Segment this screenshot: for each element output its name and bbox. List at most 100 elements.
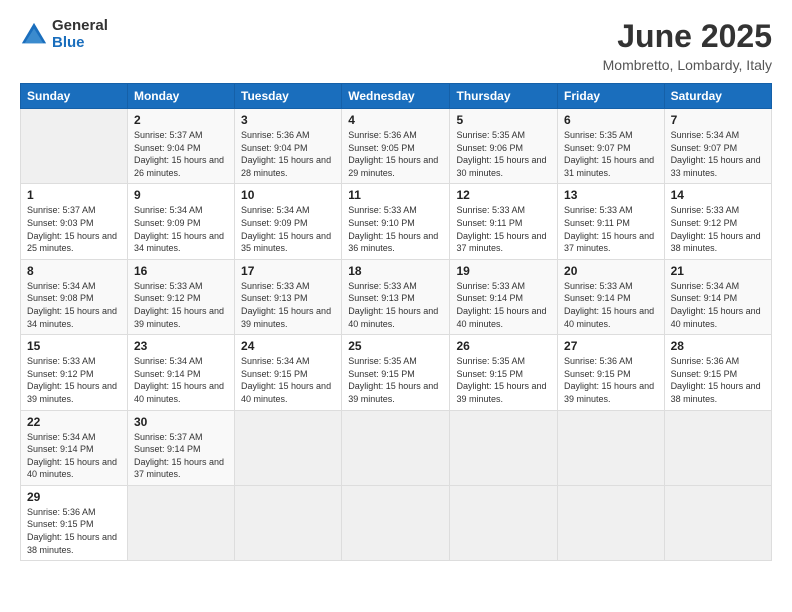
calendar-cell [558,410,665,485]
calendar-cell: 22 Sunrise: 5:34 AMSunset: 9:14 PMDayligh… [21,410,128,485]
day-info: Sunrise: 5:33 AMSunset: 9:10 PMDaylight:… [348,204,443,254]
calendar-cell: 12Sunrise: 5:33 AMSunset: 9:11 PMDayligh… [450,184,558,259]
header-friday: Friday [558,84,665,109]
calendar-week-2: 1Sunrise: 5:37 AMSunset: 9:03 PMDaylight… [21,184,772,259]
logo-text: General Blue [52,18,108,51]
day-info: Sunrise: 5:34 AMSunset: 9:09 PMDaylight:… [134,204,228,254]
calendar-cell [664,410,771,485]
day-info: Sunrise: 5:33 AMSunset: 9:11 PMDaylight:… [456,204,551,254]
header-sunday: Sunday [21,84,128,109]
day-info: Sunrise: 5:35 AMSunset: 9:07 PMDaylight:… [564,129,658,179]
calendar-location: Mombretto, Lombardy, Italy [603,57,772,73]
day-number: 1 [27,188,121,202]
calendar-cell: 2 Sunrise: 5:37 AMSunset: 9:04 PMDaylight… [127,109,234,184]
day-number: 9 [134,188,228,202]
calendar-cell [664,485,771,560]
day-number: 25 [348,339,443,353]
day-number: 16 [134,264,228,278]
day-number: 2 [134,113,228,127]
day-info: Sunrise: 5:36 AMSunset: 9:15 PMDaylight:… [671,355,765,405]
day-info: Sunrise: 5:36 AMSunset: 9:15 PMDaylight:… [27,506,121,556]
calendar-cell: 26Sunrise: 5:35 AMSunset: 9:15 PMDayligh… [450,335,558,410]
calendar-cell: 29 Sunrise: 5:36 AMSunset: 9:15 PMDayligh… [21,485,128,560]
day-info: Sunrise: 5:33 AMSunset: 9:13 PMDaylight:… [241,280,335,330]
calendar-cell: 1Sunrise: 5:37 AMSunset: 9:03 PMDaylight… [21,184,128,259]
day-info: Sunrise: 5:34 AMSunset: 9:15 PMDaylight:… [241,355,335,405]
title-area: June 2025 Mombretto, Lombardy, Italy [603,18,772,73]
day-info: Sunrise: 5:34 AMSunset: 9:14 PMDaylight:… [134,355,228,405]
day-number: 15 [27,339,121,353]
page: General Blue June 2025 Mombretto, Lombar… [0,0,792,612]
calendar-week-5: 22 Sunrise: 5:34 AMSunset: 9:14 PMDayligh… [21,410,772,485]
day-number: 26 [456,339,551,353]
day-number: 17 [241,264,335,278]
day-number: 20 [564,264,658,278]
day-number: 21 [671,264,765,278]
header-thursday: Thursday [450,84,558,109]
day-info: Sunrise: 5:34 AMSunset: 9:08 PMDaylight:… [27,280,121,330]
calendar-cell [127,485,234,560]
day-number: 18 [348,264,443,278]
day-info: Sunrise: 5:35 AMSunset: 9:15 PMDaylight:… [348,355,443,405]
day-info: Sunrise: 5:33 AMSunset: 9:14 PMDaylight:… [564,280,658,330]
day-number: 14 [671,188,765,202]
calendar-week-4: 15 Sunrise: 5:33 AMSunset: 9:12 PMDayligh… [21,335,772,410]
calendar-cell [450,410,558,485]
calendar-cell: 25 Sunrise: 5:35 AMSunset: 9:15 PMDayligh… [342,335,450,410]
day-info: Sunrise: 5:34 AMSunset: 9:14 PMDaylight:… [671,280,765,330]
day-info: Sunrise: 5:34 AMSunset: 9:14 PMDaylight:… [27,431,121,481]
day-info: Sunrise: 5:37 AMSunset: 9:04 PMDaylight:… [134,129,228,179]
calendar-cell: 16Sunrise: 5:33 AMSunset: 9:12 PMDayligh… [127,259,234,334]
day-number: 13 [564,188,658,202]
calendar-cell: 4 Sunrise: 5:36 AMSunset: 9:05 PMDaylight… [342,109,450,184]
calendar-cell [235,410,342,485]
calendar-week-6: 29 Sunrise: 5:36 AMSunset: 9:15 PMDayligh… [21,485,772,560]
day-number: 27 [564,339,658,353]
calendar-cell: 15 Sunrise: 5:33 AMSunset: 9:12 PMDayligh… [21,335,128,410]
logo-blue-text: Blue [52,35,108,52]
day-number: 7 [671,113,765,127]
day-number: 6 [564,113,658,127]
day-number: 11 [348,188,443,202]
day-info: Sunrise: 5:36 AMSunset: 9:15 PMDaylight:… [564,355,658,405]
day-number: 4 [348,113,443,127]
day-number: 19 [456,264,551,278]
day-info: Sunrise: 5:33 AMSunset: 9:13 PMDaylight:… [348,280,443,330]
day-number: 3 [241,113,335,127]
calendar-cell [342,485,450,560]
calendar-cell: 28 Sunrise: 5:36 AMSunset: 9:15 PMDayligh… [664,335,771,410]
header-monday: Monday [127,84,234,109]
logo-icon [20,21,48,49]
calendar-cell: 13Sunrise: 5:33 AMSunset: 9:11 PMDayligh… [558,184,665,259]
day-info: Sunrise: 5:33 AMSunset: 9:12 PMDaylight:… [27,355,121,405]
calendar-cell: 14Sunrise: 5:33 AMSunset: 9:12 PMDayligh… [664,184,771,259]
calendar-cell: 8Sunrise: 5:34 AMSunset: 9:08 PMDaylight… [21,259,128,334]
day-number: 10 [241,188,335,202]
calendar-cell: 24 Sunrise: 5:34 AMSunset: 9:15 PMDayligh… [235,335,342,410]
day-info: Sunrise: 5:34 AMSunset: 9:09 PMDaylight:… [241,204,335,254]
calendar-cell: 10 Sunrise: 5:34 AMSunset: 9:09 PMDayligh… [235,184,342,259]
calendar-title: June 2025 [603,18,772,55]
day-number: 5 [456,113,551,127]
day-number: 28 [671,339,765,353]
day-number: 23 [134,339,228,353]
calendar-cell [21,109,128,184]
day-number: 30 [134,415,228,429]
day-number: 24 [241,339,335,353]
day-number: 22 [27,415,121,429]
header-tuesday: Tuesday [235,84,342,109]
calendar-cell: 18 Sunrise: 5:33 AMSunset: 9:13 PMDayligh… [342,259,450,334]
calendar-cell: 5 Sunrise: 5:35 AMSunset: 9:06 PMDaylight… [450,109,558,184]
day-info: Sunrise: 5:37 AMSunset: 9:14 PMDaylight:… [134,431,228,481]
day-info: Sunrise: 5:35 AMSunset: 9:06 PMDaylight:… [456,129,551,179]
day-info: Sunrise: 5:36 AMSunset: 9:04 PMDaylight:… [241,129,335,179]
calendar-cell [558,485,665,560]
calendar-cell [342,410,450,485]
calendar-week-3: 8Sunrise: 5:34 AMSunset: 9:08 PMDaylight… [21,259,772,334]
calendar-cell [450,485,558,560]
day-number: 29 [27,490,121,504]
calendar-table: Sunday Monday Tuesday Wednesday Thursday… [20,83,772,561]
calendar-cell: 7Sunrise: 5:34 AMSunset: 9:07 PMDaylight… [664,109,771,184]
calendar-cell: 30 Sunrise: 5:37 AMSunset: 9:14 PMDayligh… [127,410,234,485]
day-info: Sunrise: 5:36 AMSunset: 9:05 PMDaylight:… [348,129,443,179]
